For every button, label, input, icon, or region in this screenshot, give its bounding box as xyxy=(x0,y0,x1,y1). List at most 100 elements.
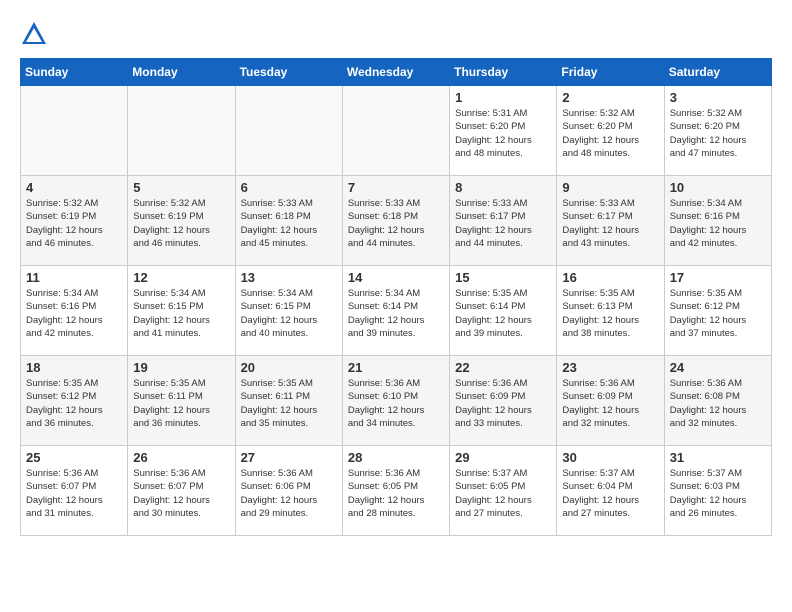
day-number: 13 xyxy=(241,270,337,285)
calendar-cell xyxy=(128,86,235,176)
day-header-friday: Friday xyxy=(557,59,664,86)
day-number: 27 xyxy=(241,450,337,465)
day-number: 4 xyxy=(26,180,122,195)
day-info: Sunrise: 5:33 AM Sunset: 6:18 PM Dayligh… xyxy=(241,197,337,250)
calendar-cell: 13 Sunrise: 5:34 AM Sunset: 6:15 PM Dayli… xyxy=(235,266,342,356)
calendar-cell: 6 Sunrise: 5:33 AM Sunset: 6:18 PM Daylig… xyxy=(235,176,342,266)
day-number: 24 xyxy=(670,360,766,375)
calendar-cell: 9 Sunrise: 5:33 AM Sunset: 6:17 PM Daylig… xyxy=(557,176,664,266)
day-info: Sunrise: 5:35 AM Sunset: 6:11 PM Dayligh… xyxy=(133,377,229,430)
day-number: 8 xyxy=(455,180,551,195)
day-info: Sunrise: 5:36 AM Sunset: 6:06 PM Dayligh… xyxy=(241,467,337,520)
day-info: Sunrise: 5:36 AM Sunset: 6:08 PM Dayligh… xyxy=(670,377,766,430)
calendar-cell: 8 Sunrise: 5:33 AM Sunset: 6:17 PM Daylig… xyxy=(450,176,557,266)
logo-icon xyxy=(20,20,48,48)
calendar-cell: 11Sunrise: 5:34 AM Sunset: 6:16 PM Dayli… xyxy=(21,266,128,356)
day-info: Sunrise: 5:31 AM Sunset: 6:20 PM Dayligh… xyxy=(455,107,551,160)
day-number: 21 xyxy=(348,360,444,375)
day-number: 16 xyxy=(562,270,658,285)
day-info: Sunrise: 5:35 AM Sunset: 6:14 PM Dayligh… xyxy=(455,287,551,340)
day-info: Sunrise: 5:33 AM Sunset: 6:17 PM Dayligh… xyxy=(455,197,551,250)
day-number: 25 xyxy=(26,450,122,465)
day-number: 14 xyxy=(348,270,444,285)
day-header-monday: Monday xyxy=(128,59,235,86)
day-number: 7 xyxy=(348,180,444,195)
calendar-week-5: 25 Sunrise: 5:36 AM Sunset: 6:07 PM Dayli… xyxy=(21,446,772,536)
day-number: 12 xyxy=(133,270,229,285)
day-number: 22 xyxy=(455,360,551,375)
calendar-cell: 23 Sunrise: 5:36 AM Sunset: 6:09 PM Dayli… xyxy=(557,356,664,446)
day-info: Sunrise: 5:34 AM Sunset: 6:16 PM Dayligh… xyxy=(670,197,766,250)
calendar-cell: 20Sunrise: 5:35 AM Sunset: 6:11 PM Dayli… xyxy=(235,356,342,446)
day-number: 28 xyxy=(348,450,444,465)
day-header-thursday: Thursday xyxy=(450,59,557,86)
day-info: Sunrise: 5:32 AM Sunset: 6:20 PM Dayligh… xyxy=(670,107,766,160)
calendar-cell: 31 Sunrise: 5:37 AM Sunset: 6:03 PM Dayli… xyxy=(664,446,771,536)
day-info: Sunrise: 5:32 AM Sunset: 6:20 PM Dayligh… xyxy=(562,107,658,160)
calendar-week-3: 11Sunrise: 5:34 AM Sunset: 6:16 PM Dayli… xyxy=(21,266,772,356)
calendar-cell: 18Sunrise: 5:35 AM Sunset: 6:12 PM Dayli… xyxy=(21,356,128,446)
day-number: 10 xyxy=(670,180,766,195)
calendar-cell: 5 Sunrise: 5:32 AM Sunset: 6:19 PM Daylig… xyxy=(128,176,235,266)
day-info: Sunrise: 5:36 AM Sunset: 6:07 PM Dayligh… xyxy=(26,467,122,520)
day-info: Sunrise: 5:34 AM Sunset: 6:14 PM Dayligh… xyxy=(348,287,444,340)
calendar-cell: 17 Sunrise: 5:35 AM Sunset: 6:12 PM Dayli… xyxy=(664,266,771,356)
calendar-cell: 3 Sunrise: 5:32 AM Sunset: 6:20 PM Daylig… xyxy=(664,86,771,176)
calendar-header-row: SundayMondayTuesdayWednesdayThursdayFrid… xyxy=(21,59,772,86)
calendar-cell: 22 Sunrise: 5:36 AM Sunset: 6:09 PM Dayli… xyxy=(450,356,557,446)
calendar-cell: 16 Sunrise: 5:35 AM Sunset: 6:13 PM Dayli… xyxy=(557,266,664,356)
day-number: 9 xyxy=(562,180,658,195)
day-number: 20 xyxy=(241,360,337,375)
day-number: 17 xyxy=(670,270,766,285)
calendar-cell: 4 Sunrise: 5:32 AM Sunset: 6:19 PM Daylig… xyxy=(21,176,128,266)
day-number: 3 xyxy=(670,90,766,105)
calendar-week-2: 4 Sunrise: 5:32 AM Sunset: 6:19 PM Daylig… xyxy=(21,176,772,266)
day-info: Sunrise: 5:34 AM Sunset: 6:16 PM Dayligh… xyxy=(26,287,122,340)
day-header-saturday: Saturday xyxy=(664,59,771,86)
day-number: 31 xyxy=(670,450,766,465)
calendar-week-1: 1Sunrise: 5:31 AM Sunset: 6:20 PM Daylig… xyxy=(21,86,772,176)
day-info: Sunrise: 5:36 AM Sunset: 6:10 PM Dayligh… xyxy=(348,377,444,430)
day-info: Sunrise: 5:34 AM Sunset: 6:15 PM Dayligh… xyxy=(241,287,337,340)
day-number: 6 xyxy=(241,180,337,195)
calendar-cell: 29Sunrise: 5:37 AM Sunset: 6:05 PM Dayli… xyxy=(450,446,557,536)
calendar-cell: 14 Sunrise: 5:34 AM Sunset: 6:14 PM Dayli… xyxy=(342,266,449,356)
calendar-cell: 1Sunrise: 5:31 AM Sunset: 6:20 PM Daylig… xyxy=(450,86,557,176)
day-number: 26 xyxy=(133,450,229,465)
day-info: Sunrise: 5:34 AM Sunset: 6:15 PM Dayligh… xyxy=(133,287,229,340)
day-info: Sunrise: 5:32 AM Sunset: 6:19 PM Dayligh… xyxy=(26,197,122,250)
calendar-cell: 26 Sunrise: 5:36 AM Sunset: 6:07 PM Dayli… xyxy=(128,446,235,536)
day-info: Sunrise: 5:37 AM Sunset: 6:03 PM Dayligh… xyxy=(670,467,766,520)
calendar-cell xyxy=(21,86,128,176)
day-header-tuesday: Tuesday xyxy=(235,59,342,86)
day-info: Sunrise: 5:35 AM Sunset: 6:12 PM Dayligh… xyxy=(26,377,122,430)
day-info: Sunrise: 5:37 AM Sunset: 6:04 PM Dayligh… xyxy=(562,467,658,520)
calendar-cell: 19 Sunrise: 5:35 AM Sunset: 6:11 PM Dayli… xyxy=(128,356,235,446)
calendar-cell: 10 Sunrise: 5:34 AM Sunset: 6:16 PM Dayli… xyxy=(664,176,771,266)
day-info: Sunrise: 5:35 AM Sunset: 6:12 PM Dayligh… xyxy=(670,287,766,340)
header xyxy=(20,20,772,48)
day-info: Sunrise: 5:32 AM Sunset: 6:19 PM Dayligh… xyxy=(133,197,229,250)
calendar-cell: 7 Sunrise: 5:33 AM Sunset: 6:18 PM Daylig… xyxy=(342,176,449,266)
calendar-cell: 12 Sunrise: 5:34 AM Sunset: 6:15 PM Dayli… xyxy=(128,266,235,356)
calendar-cell: 25 Sunrise: 5:36 AM Sunset: 6:07 PM Dayli… xyxy=(21,446,128,536)
calendar-cell xyxy=(235,86,342,176)
day-number: 23 xyxy=(562,360,658,375)
calendar-cell: 27 Sunrise: 5:36 AM Sunset: 6:06 PM Dayli… xyxy=(235,446,342,536)
calendar-cell: 30Sunrise: 5:37 AM Sunset: 6:04 PM Dayli… xyxy=(557,446,664,536)
day-header-sunday: Sunday xyxy=(21,59,128,86)
day-info: Sunrise: 5:36 AM Sunset: 6:09 PM Dayligh… xyxy=(562,377,658,430)
day-info: Sunrise: 5:35 AM Sunset: 6:13 PM Dayligh… xyxy=(562,287,658,340)
day-number: 19 xyxy=(133,360,229,375)
day-info: Sunrise: 5:33 AM Sunset: 6:17 PM Dayligh… xyxy=(562,197,658,250)
day-info: Sunrise: 5:37 AM Sunset: 6:05 PM Dayligh… xyxy=(455,467,551,520)
day-info: Sunrise: 5:33 AM Sunset: 6:18 PM Dayligh… xyxy=(348,197,444,250)
logo xyxy=(20,20,50,48)
day-number: 2 xyxy=(562,90,658,105)
day-info: Sunrise: 5:36 AM Sunset: 6:09 PM Dayligh… xyxy=(455,377,551,430)
calendar-cell xyxy=(342,86,449,176)
day-info: Sunrise: 5:36 AM Sunset: 6:07 PM Dayligh… xyxy=(133,467,229,520)
day-number: 15 xyxy=(455,270,551,285)
day-number: 5 xyxy=(133,180,229,195)
day-header-wednesday: Wednesday xyxy=(342,59,449,86)
